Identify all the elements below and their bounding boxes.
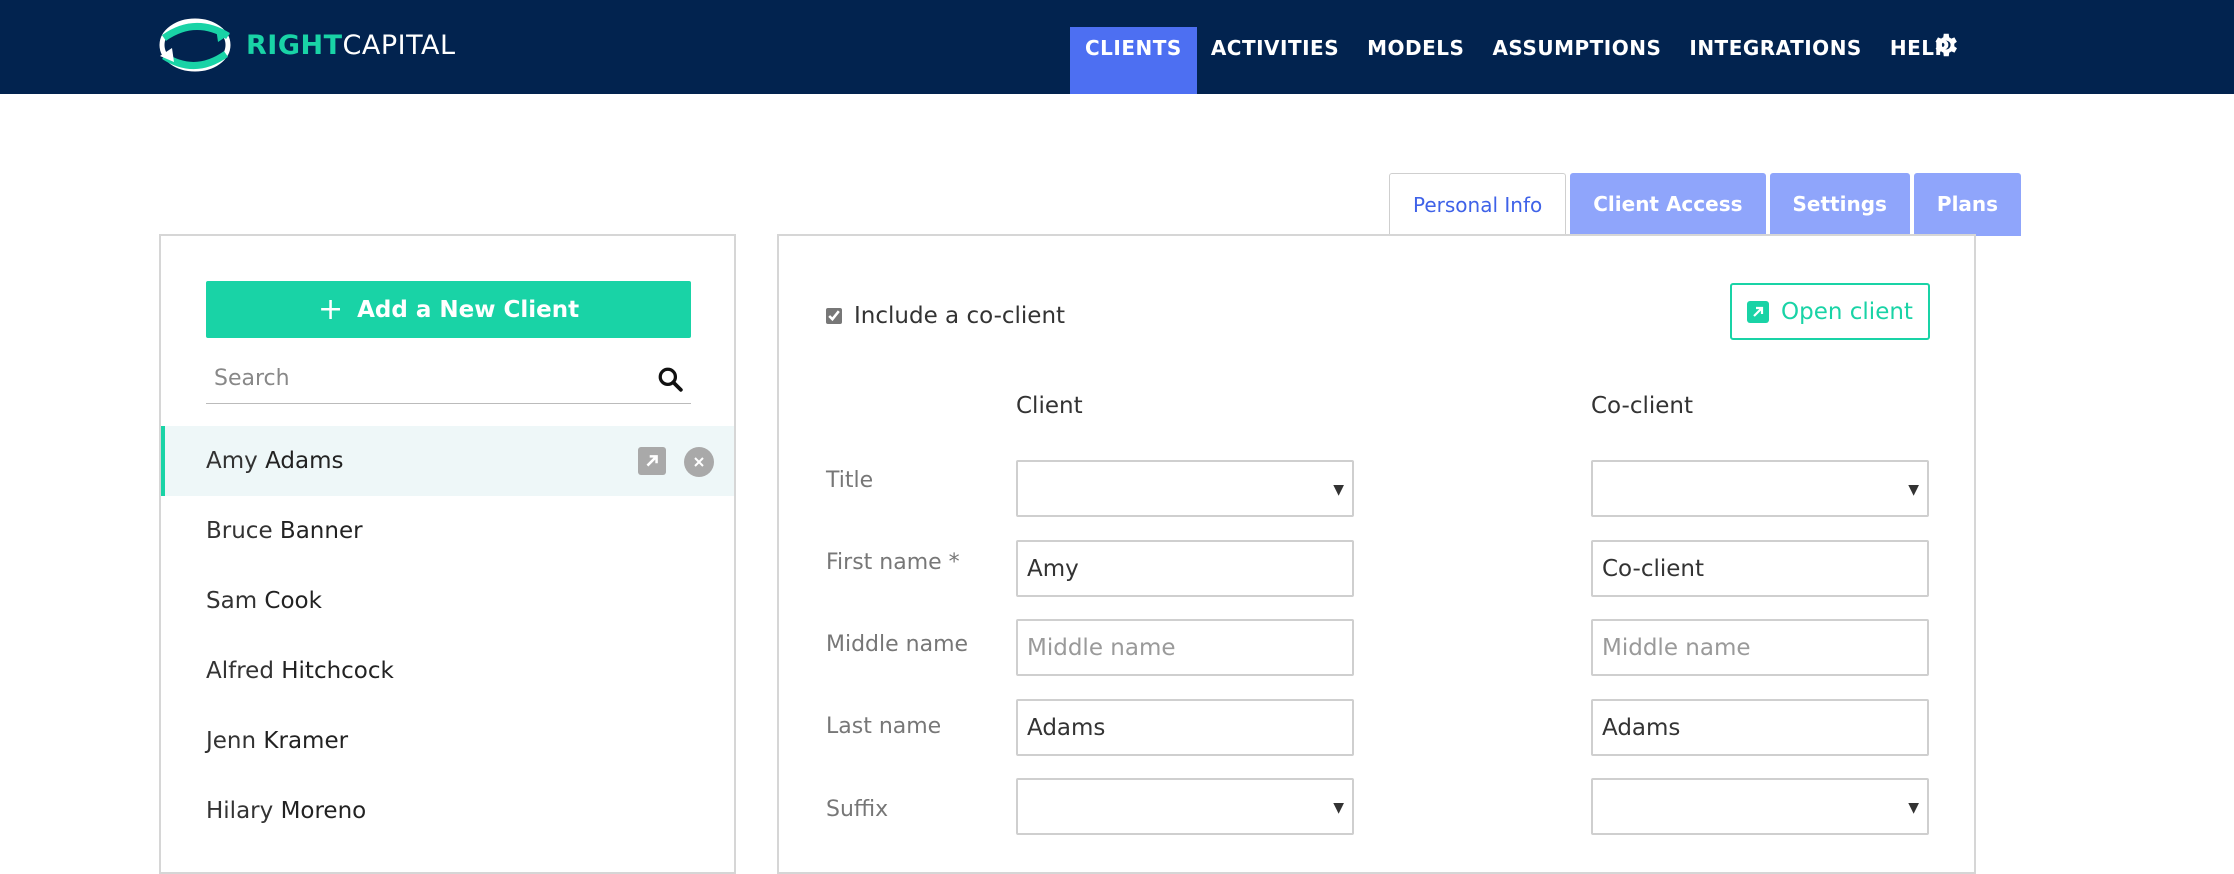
client-first-name: Bruce bbox=[206, 518, 273, 544]
title-label: Title bbox=[826, 468, 874, 493]
client-last-name: Banner bbox=[279, 518, 363, 544]
open-client-icon[interactable] bbox=[638, 447, 666, 475]
client-suffix-select[interactable]: ▼ bbox=[1016, 778, 1354, 835]
client-middle-name-input[interactable] bbox=[1016, 619, 1354, 676]
nav-activities[interactable]: ACTIVITIES bbox=[1197, 27, 1353, 94]
coclient-title-select[interactable]: ▼ bbox=[1591, 460, 1929, 517]
coclient-column-header: Co-client bbox=[1591, 393, 1694, 419]
main-nav: CLIENTS ACTIVITIES MODELS ASSUMPTIONS INTEGR… bbox=[1070, 27, 1964, 94]
coclient-middle-name-input[interactable] bbox=[1591, 619, 1929, 676]
tab-personal-info[interactable]: Personal Info bbox=[1389, 173, 1567, 237]
coclient-last-name-input[interactable] bbox=[1591, 699, 1929, 756]
brand-logo-icon bbox=[159, 18, 231, 72]
suffix-label: Suffix bbox=[826, 797, 889, 822]
client-list-item[interactable]: Sam Cook bbox=[161, 566, 734, 636]
client-last-name: Moreno bbox=[280, 798, 367, 824]
add-new-client-button[interactable]: + Add a New Client bbox=[206, 281, 691, 338]
client-list: Amy Adams Bruce Banner Sam Cook Alfred Hitc… bbox=[161, 426, 734, 846]
brand-logo[interactable]: RIGHTCAPITAL bbox=[158, 14, 456, 76]
client-first-name-input[interactable] bbox=[1016, 540, 1354, 597]
caret-down-icon: ▼ bbox=[1333, 800, 1344, 816]
brand-name: RIGHTCAPITAL bbox=[246, 29, 456, 61]
nav-integrations[interactable]: INTEGRATIONS bbox=[1675, 27, 1875, 94]
open-client-button[interactable]: Open client bbox=[1730, 283, 1930, 340]
client-column-header: Client bbox=[1016, 393, 1083, 419]
client-first-name: Amy bbox=[206, 448, 258, 474]
caret-down-icon: ▼ bbox=[1333, 482, 1344, 498]
middle-name-label: Middle name bbox=[826, 632, 969, 657]
include-coclient-label: Include a co-client bbox=[854, 303, 1066, 329]
top-navbar: RIGHTCAPITAL CLIENTS ACTIVITIES MODELS ASSU… bbox=[0, 0, 2234, 94]
client-first-name: Jenn bbox=[206, 728, 257, 754]
include-coclient-checkbox[interactable] bbox=[826, 308, 842, 324]
remove-client-icon[interactable] bbox=[684, 447, 714, 477]
tab-settings[interactable]: Settings bbox=[1769, 173, 1910, 236]
search-box bbox=[206, 354, 691, 404]
plus-icon: + bbox=[317, 291, 344, 327]
caret-down-icon: ▼ bbox=[1908, 800, 1919, 816]
first-name-label: First name * bbox=[826, 550, 960, 575]
client-list-item[interactable]: Amy Adams bbox=[161, 426, 734, 496]
client-last-name: Kramer bbox=[263, 728, 349, 754]
personal-info-panel: Include a co-client Open client Client C… bbox=[777, 234, 1976, 874]
client-first-name: Hilary bbox=[206, 798, 274, 824]
caret-down-icon: ▼ bbox=[1908, 482, 1919, 498]
client-last-name: Adams bbox=[265, 448, 344, 474]
coclient-first-name-input[interactable] bbox=[1591, 540, 1929, 597]
tab-client-access[interactable]: Client Access bbox=[1570, 173, 1766, 236]
search-icon[interactable] bbox=[657, 366, 683, 392]
nav-models[interactable]: MODELS bbox=[1353, 27, 1478, 94]
client-last-name: Hitchcock bbox=[281, 658, 394, 684]
add-new-client-label: Add a New Client bbox=[357, 296, 580, 323]
client-list-item[interactable]: Hilary Moreno bbox=[161, 776, 734, 846]
client-tabs: Personal Info Client Access Settings Plans bbox=[1389, 173, 2025, 237]
settings-gear-icon[interactable] bbox=[1930, 30, 1960, 60]
client-list-item[interactable]: Jenn Kramer bbox=[161, 706, 734, 776]
search-input[interactable] bbox=[206, 354, 646, 402]
last-name-label: Last name bbox=[826, 714, 942, 739]
client-first-name: Alfred bbox=[206, 658, 274, 684]
coclient-suffix-select[interactable]: ▼ bbox=[1591, 778, 1929, 835]
nav-assumptions[interactable]: ASSUMPTIONS bbox=[1478, 27, 1675, 94]
client-last-name-input[interactable] bbox=[1016, 699, 1354, 756]
client-list-item[interactable]: Alfred Hitchcock bbox=[161, 636, 734, 706]
nav-clients[interactable]: CLIENTS bbox=[1070, 27, 1197, 94]
client-first-name: Sam bbox=[206, 588, 258, 614]
open-client-label: Open client bbox=[1781, 298, 1913, 325]
client-list-item[interactable]: Bruce Banner bbox=[161, 496, 734, 566]
client-last-name: Cook bbox=[264, 588, 322, 614]
include-coclient-toggle[interactable]: Include a co-client bbox=[826, 303, 1065, 329]
open-external-icon bbox=[1747, 300, 1770, 323]
client-title-select[interactable]: ▼ bbox=[1016, 460, 1354, 517]
client-list-panel: + Add a New Client Amy AdamsBruce Banner… bbox=[159, 234, 736, 874]
tab-plans[interactable]: Plans bbox=[1913, 173, 2022, 236]
client-row-actions bbox=[638, 447, 714, 477]
